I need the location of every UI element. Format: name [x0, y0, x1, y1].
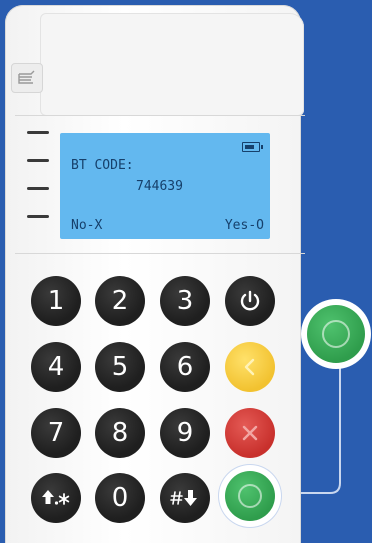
divider-bottom: [15, 253, 305, 254]
circle-icon: [322, 320, 350, 348]
battery-icon: [242, 142, 263, 152]
hash-down-icon: [170, 490, 197, 506]
key-2[interactable]: 2: [95, 276, 145, 326]
back-arrow-icon: [244, 358, 255, 376]
confirm-callout: [301, 299, 371, 369]
confirm-button[interactable]: [225, 471, 275, 521]
shift-key[interactable]: [31, 473, 81, 523]
lcd-bt-code: 744639: [136, 179, 183, 194]
lcd-prompt: BT CODE:: [71, 158, 134, 173]
key-0[interactable]: 0: [95, 473, 145, 523]
stage: BT CODE: 744639 No-X Yes-O 1 2 3 4 5 6 7…: [0, 0, 372, 543]
key-5[interactable]: 5: [95, 342, 145, 392]
side-mark: [27, 131, 49, 134]
hash-key[interactable]: [160, 473, 210, 523]
lcd-screen: BT CODE: 744639 No-X Yes-O: [60, 133, 270, 239]
key-7[interactable]: 7: [31, 408, 81, 458]
card-slot: [40, 13, 304, 116]
circle-icon: [238, 484, 262, 508]
confirm-button-callout: [307, 305, 365, 363]
card-reader-device: BT CODE: 744639 No-X Yes-O: [5, 5, 305, 543]
lcd-softkey-yes: Yes-O: [224, 218, 264, 233]
key-1[interactable]: 1: [31, 276, 81, 326]
side-mark: [27, 159, 49, 162]
lcd-softkey-no: No-X: [71, 218, 103, 233]
key-3[interactable]: 3: [160, 276, 210, 326]
key-4[interactable]: 4: [31, 342, 81, 392]
power-icon: [240, 290, 260, 311]
shift-arrow-icon: [42, 490, 70, 505]
divider-top: [15, 115, 305, 116]
close-icon: [242, 425, 258, 441]
cancel-button[interactable]: [225, 408, 275, 458]
key-8[interactable]: 8: [95, 408, 145, 458]
power-button[interactable]: [225, 276, 275, 326]
side-mark: [27, 187, 49, 190]
correction-button[interactable]: [225, 342, 275, 392]
side-mark: [27, 215, 49, 218]
key-6[interactable]: 6: [160, 342, 210, 392]
card-insert-icon: [11, 63, 43, 93]
key-9[interactable]: 9: [160, 408, 210, 458]
